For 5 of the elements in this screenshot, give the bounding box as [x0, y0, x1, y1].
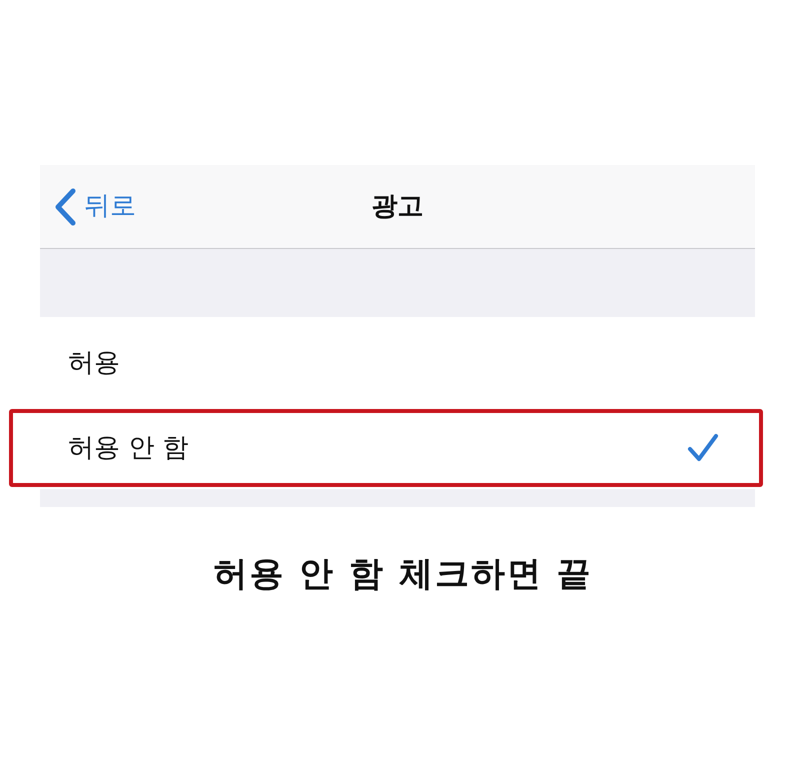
back-button[interactable]: 뒤로 — [40, 186, 142, 227]
nav-title: 광고 — [372, 190, 424, 223]
chevron-left-icon — [54, 188, 76, 226]
caption-text: 허용 안 함 체크하면 끝 — [212, 553, 594, 596]
checkmark-icon — [687, 433, 719, 463]
